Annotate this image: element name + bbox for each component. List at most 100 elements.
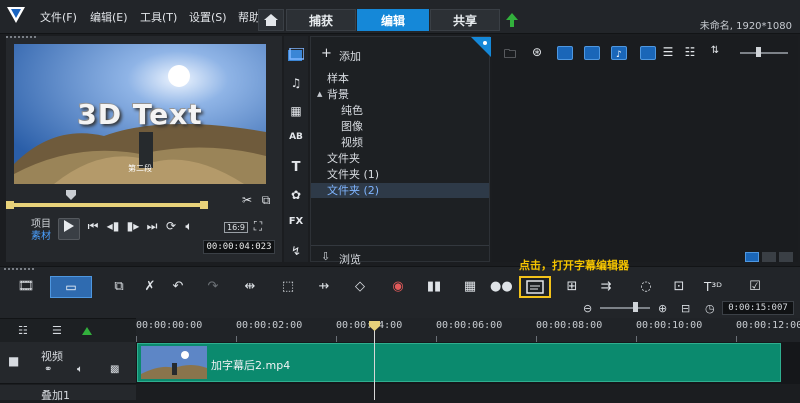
show-video-button[interactable] [557,46,573,60]
add-folder-button[interactable]: 添加 [339,48,361,64]
layout-button-3[interactable] [779,252,793,262]
video-clip[interactable]: 加字幕后2.mp4 [137,343,781,382]
3d-title-icon[interactable]: T³ᴰ [703,278,723,296]
fx-filter-icon[interactable]: FX [286,216,306,227]
checklist-icon[interactable]: ☑ [745,278,765,296]
title-ab-icon[interactable]: AB [288,132,304,142]
aspect-ratio-button[interactable]: 16:9 [224,222,248,233]
screen-record-icon[interactable]: ⬚ [278,278,298,296]
auto-music-icon[interactable]: ⇉ [596,278,616,296]
clip-mode-label[interactable]: 素材 [31,227,51,242]
zoom-out-icon[interactable]: ⊖ [583,302,592,315]
show-audio-button[interactable]: ♪ [611,46,627,60]
library-tree-item[interactable]: 样本 [311,71,489,86]
tab-edit[interactable]: 编辑 [357,9,429,31]
undo-icon[interactable]: ↶ [168,278,188,296]
slider-knob[interactable] [756,47,761,57]
text-icon[interactable]: T [288,160,304,175]
menu-tools[interactable]: 工具(T) [140,9,177,25]
panel-grip[interactable] [4,268,34,271]
ripple-icon[interactable]: ▩ [110,364,119,375]
capture-icon[interactable]: ⊛ [529,45,545,59]
link-icon[interactable]: ⚭ [44,364,52,375]
clock-icon[interactable]: ◷ [705,302,715,315]
tab-share[interactable]: 共享 [430,9,500,31]
scrub-bar[interactable] [10,203,206,207]
grid-icon[interactable]: ⊞ [562,278,582,296]
library-tree-item[interactable]: 文件夹 (1) [311,167,489,182]
focus-icon[interactable]: ⊡ [669,278,689,296]
layout-button-2[interactable] [762,252,776,262]
fit-project-icon[interactable]: ⊟ [681,302,690,315]
mute-icon[interactable]: 🔈︎ [77,364,83,375]
add-icon[interactable]: + [321,46,332,61]
copy-frame-icon[interactable]: ⧉ [258,193,274,208]
audio-wave-icon[interactable]: ▮▮ [424,278,444,296]
open-folder-icon[interactable]: 🗀 [502,45,518,66]
media-library-icon[interactable] [288,48,304,62]
tools-icon[interactable]: ✗ [140,278,160,296]
layout-button-1[interactable] [745,252,759,262]
thumbnail-view-button[interactable] [640,46,656,60]
skip-end-icon[interactable]: ⏭ [144,219,160,234]
color-grading-icon[interactable]: ◉ [388,278,408,296]
storyboard-view-icon[interactable]: 🎞︎ [16,278,36,296]
timeline-view-button[interactable]: ▭ [50,276,92,298]
redo-icon[interactable]: ↷ [203,278,223,296]
add-marker-icon[interactable] [82,327,92,335]
browse-button[interactable]: 浏览 [339,251,361,267]
mask-icon[interactable]: ◌ [636,278,656,296]
library-tree-item[interactable]: 纯色 [311,103,489,118]
sort-icon[interactable]: ⇅ [707,45,723,56]
fullscreen-icon[interactable]: ⛶ [250,219,266,234]
motion-icon[interactable]: ●● [490,278,513,296]
step-back-icon[interactable]: ◂▮ [105,219,121,233]
zoom-in-icon[interactable]: ⊕ [658,302,667,315]
playhead-handle[interactable] [369,321,380,331]
video-camera-icon[interactable]: ■ [8,354,19,368]
scissors-icon[interactable]: ✂ [239,193,255,207]
show-photo-button[interactable] [584,46,600,60]
playhead-line[interactable] [374,322,375,400]
details-view-icon[interactable]: ☷ [682,45,698,59]
upload-arrow-icon[interactable] [506,13,518,27]
add-clip-icon[interactable]: ⧉ [109,278,129,296]
trim-icon[interactable]: ◇ [350,278,370,296]
volume-icon[interactable]: 🔈︎ [181,219,197,234]
menu-help[interactable]: 帮助 [238,9,260,25]
chapter-icon[interactable]: ☰ [52,324,62,337]
track-manager-icon[interactable]: ☷ [18,324,28,337]
home-tab[interactable] [258,9,284,31]
multicam-icon[interactable]: ▦ [460,278,480,296]
instant-project-icon[interactable]: ▦ [288,104,304,118]
repeat-icon[interactable]: ⟳ [163,219,179,233]
zoom-knob[interactable] [633,302,638,312]
thumbnail-size-slider[interactable] [740,52,788,54]
library-tree-item[interactable]: 视频 [311,135,489,150]
library-tree-item[interactable]: ▲ 背景 [311,87,489,102]
graphics-icon[interactable]: ✿ [288,188,304,202]
browse-icon[interactable]: ⇩ [321,250,330,263]
audio-library-icon[interactable]: ♫ [288,76,304,90]
library-tree-item[interactable]: 文件夹 [311,151,489,166]
library-tree-item[interactable]: 文件夹 (2) [311,183,489,198]
timecode-display[interactable]: 00:00:04:023 [203,240,275,254]
trim-start-marker[interactable] [6,201,14,209]
trim-end-marker[interactable] [200,201,208,209]
pin-icon[interactable] [471,37,491,57]
zoom-slider[interactable] [600,307,650,309]
split-icon[interactable]: ⇸ [314,278,334,296]
panel-grip[interactable] [6,36,36,39]
path-icon[interactable]: ↯ [288,244,304,258]
play-button[interactable] [58,218,80,240]
skip-start-icon[interactable]: ⏮ [85,219,101,234]
menu-edit[interactable]: 编辑(E) [90,9,128,25]
library-tree-item[interactable]: 图像 [311,119,489,134]
menu-file[interactable]: 文件(F) [40,9,77,25]
collapse-icon[interactable]: ▲ [317,87,322,102]
scrubber-head[interactable] [66,190,76,200]
menu-settings[interactable]: 设置(S) [189,9,227,25]
subtitle-editor-button[interactable] [519,276,551,298]
fit-timeline-icon[interactable]: ⇹ [240,278,260,296]
step-forward-icon[interactable]: ▮▸ [125,219,141,233]
